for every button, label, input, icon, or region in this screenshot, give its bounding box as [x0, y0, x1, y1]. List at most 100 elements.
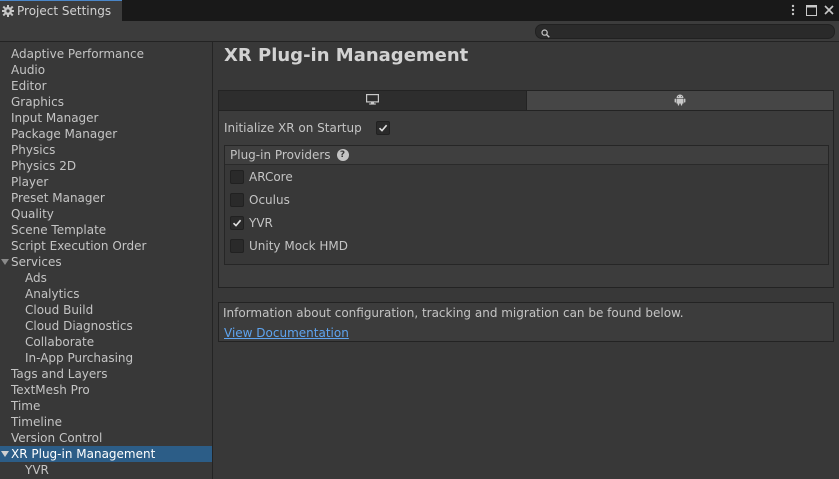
- settings-sidebar: Adaptive Performance Audio Editor Graphics I…: [0, 42, 213, 479]
- init-xr-row: Initialize XR on Startup: [224, 121, 390, 135]
- sidebar-item-adaptive-performance[interactable]: Adaptive Performance: [0, 46, 212, 62]
- sidebar-item-label: Analytics: [25, 287, 80, 301]
- sidebar-item-preset-manager[interactable]: Preset Manager: [0, 190, 212, 206]
- sidebar-item-label: Graphics: [11, 95, 64, 109]
- sidebar-item-label: Cloud Diagnostics: [25, 319, 133, 333]
- info-box: Information about configuration, trackin…: [218, 302, 834, 342]
- sidebar-item-label: Quality: [11, 207, 54, 221]
- window-tab-bar: Project Settings: [0, 0, 839, 21]
- sidebar-item-label: Collaborate: [25, 335, 95, 349]
- plugin-providers-group: Plug-in Providers ? ARCore Oculus YVR Unity…: [224, 145, 829, 265]
- plugin-providers-label: Plug-in Providers: [230, 148, 331, 162]
- maximize-icon[interactable]: [805, 3, 817, 17]
- sidebar-item-label: Editor: [11, 79, 47, 93]
- sidebar-item-tags-and-layers[interactable]: Tags and Layers: [0, 366, 212, 382]
- sidebar-item-label: Time: [11, 399, 41, 413]
- sidebar-item-label: Preset Manager: [11, 191, 105, 205]
- foldout-arrow-icon[interactable]: [1, 451, 9, 457]
- sidebar-item-analytics[interactable]: Analytics: [0, 286, 212, 302]
- sidebar-item-cloud-diagnostics[interactable]: Cloud Diagnostics: [0, 318, 212, 334]
- sidebar-item-xr-plug-in-management[interactable]: XR Plug-in Management: [0, 446, 212, 462]
- settings-category-list: Adaptive Performance Audio Editor Graphics I…: [0, 42, 212, 478]
- sidebar-item-label: Physics: [11, 143, 56, 157]
- sidebar-item-physics[interactable]: Physics: [0, 142, 212, 158]
- sidebar-item-label: TextMesh Pro: [11, 383, 90, 397]
- sidebar-item-cloud-build[interactable]: Cloud Build: [0, 302, 212, 318]
- toolbar: [0, 21, 839, 42]
- sidebar-item-in-app-purchasing[interactable]: In-App Purchasing: [0, 350, 212, 366]
- sidebar-item-collaborate[interactable]: Collaborate: [0, 334, 212, 350]
- sidebar-item-label: Adaptive Performance: [11, 47, 144, 61]
- sidebar-item-ads[interactable]: Ads: [0, 270, 212, 286]
- sidebar-item-player[interactable]: Player: [0, 174, 212, 190]
- provider-unity-mock-hmd: Unity Mock HMD: [225, 234, 828, 257]
- init-xr-label: Initialize XR on Startup: [224, 121, 362, 135]
- sidebar-item-label: XR Plug-in Management: [11, 447, 156, 461]
- settings-main-panel: XR Plug-in Management Initialize XR on S…: [214, 42, 839, 479]
- sidebar-item-script-execution-order[interactable]: Script Execution Order: [0, 238, 212, 254]
- sidebar-item-label: Package Manager: [11, 127, 118, 141]
- sidebar-item-label: Cloud Build: [25, 303, 94, 317]
- provider-label: Oculus: [249, 192, 290, 207]
- provider-checkbox[interactable]: [230, 169, 244, 184]
- sidebar-item-label: Ads: [25, 271, 47, 285]
- android-icon: [674, 93, 686, 109]
- sidebar-item-package-manager[interactable]: Package Manager: [0, 126, 212, 142]
- provider-checkbox[interactable]: [230, 238, 244, 253]
- provider-checkbox[interactable]: [230, 192, 244, 207]
- platform-tabs: [218, 90, 834, 111]
- tab-standalone[interactable]: [219, 91, 527, 110]
- sidebar-item-time[interactable]: Time: [0, 398, 212, 414]
- sidebar-item-label: Tags and Layers: [11, 367, 108, 381]
- sidebar-item-editor[interactable]: Editor: [0, 78, 212, 94]
- sidebar-item-audio[interactable]: Audio: [0, 62, 212, 78]
- provider-checkbox[interactable]: [230, 215, 244, 230]
- sidebar-item-timeline[interactable]: Timeline: [0, 414, 212, 430]
- sidebar-item-input-manager[interactable]: Input Manager: [0, 110, 212, 126]
- sidebar-item-label: Audio: [11, 63, 46, 77]
- sidebar-item-graphics[interactable]: Graphics: [0, 94, 212, 110]
- search-icon: [541, 27, 550, 38]
- xr-settings-box: Initialize XR on Startup Plug-in Provide…: [218, 111, 834, 288]
- provider-list: ARCore Oculus YVR Unity Mock HMD: [225, 165, 828, 257]
- sidebar-item-version-control[interactable]: Version Control: [0, 430, 212, 446]
- tab-android[interactable]: [526, 91, 833, 110]
- sidebar-item-textmesh-pro[interactable]: TextMesh Pro: [0, 382, 212, 398]
- sidebar-item-yvr[interactable]: YVR: [0, 462, 212, 478]
- sidebar-item-label: Player: [11, 175, 49, 189]
- foldout-arrow-icon[interactable]: [1, 259, 9, 265]
- sidebar-item-quality[interactable]: Quality: [0, 206, 212, 222]
- window-tab[interactable]: Project Settings: [0, 0, 122, 21]
- init-xr-checkbox[interactable]: [376, 121, 390, 135]
- plugin-providers-header: Plug-in Providers ?: [225, 146, 828, 165]
- info-text: Information about configuration, trackin…: [223, 306, 684, 320]
- sidebar-item-label: In-App Purchasing: [25, 351, 134, 365]
- window-title: Project Settings: [17, 4, 112, 18]
- close-icon[interactable]: [823, 3, 835, 17]
- sidebar-item-label: Scene Template: [11, 223, 107, 237]
- sidebar-item-label: Timeline: [11, 415, 63, 429]
- help-icon[interactable]: ?: [336, 149, 349, 161]
- sidebar-item-services[interactable]: Services: [0, 254, 212, 270]
- sidebar-item-physics-2d[interactable]: Physics 2D: [0, 158, 212, 174]
- sidebar-item-label: Physics 2D: [11, 159, 77, 173]
- search-input[interactable]: [535, 24, 835, 39]
- sidebar-item-label: Services: [11, 255, 62, 269]
- sidebar-item-scene-template[interactable]: Scene Template: [0, 222, 212, 238]
- view-documentation-link[interactable]: View Documentation: [224, 326, 349, 340]
- provider-yvr: YVR: [225, 211, 828, 234]
- kebab-menu-icon[interactable]: [787, 3, 799, 17]
- sidebar-item-label: YVR: [25, 463, 49, 477]
- provider-label: YVR: [249, 215, 273, 230]
- provider-oculus: Oculus: [225, 188, 828, 211]
- gear-icon: [2, 5, 14, 17]
- provider-label: ARCore: [249, 169, 293, 184]
- sidebar-item-label: Version Control: [11, 431, 103, 445]
- page-title: XR Plug-in Management: [224, 45, 469, 66]
- window-controls: [787, 3, 835, 17]
- provider-arcore: ARCore: [225, 165, 828, 188]
- provider-label: Unity Mock HMD: [249, 238, 349, 253]
- desktop-monitor-icon: [365, 93, 379, 108]
- sidebar-item-label: Input Manager: [11, 111, 99, 125]
- sidebar-item-label: Script Execution Order: [11, 239, 147, 253]
